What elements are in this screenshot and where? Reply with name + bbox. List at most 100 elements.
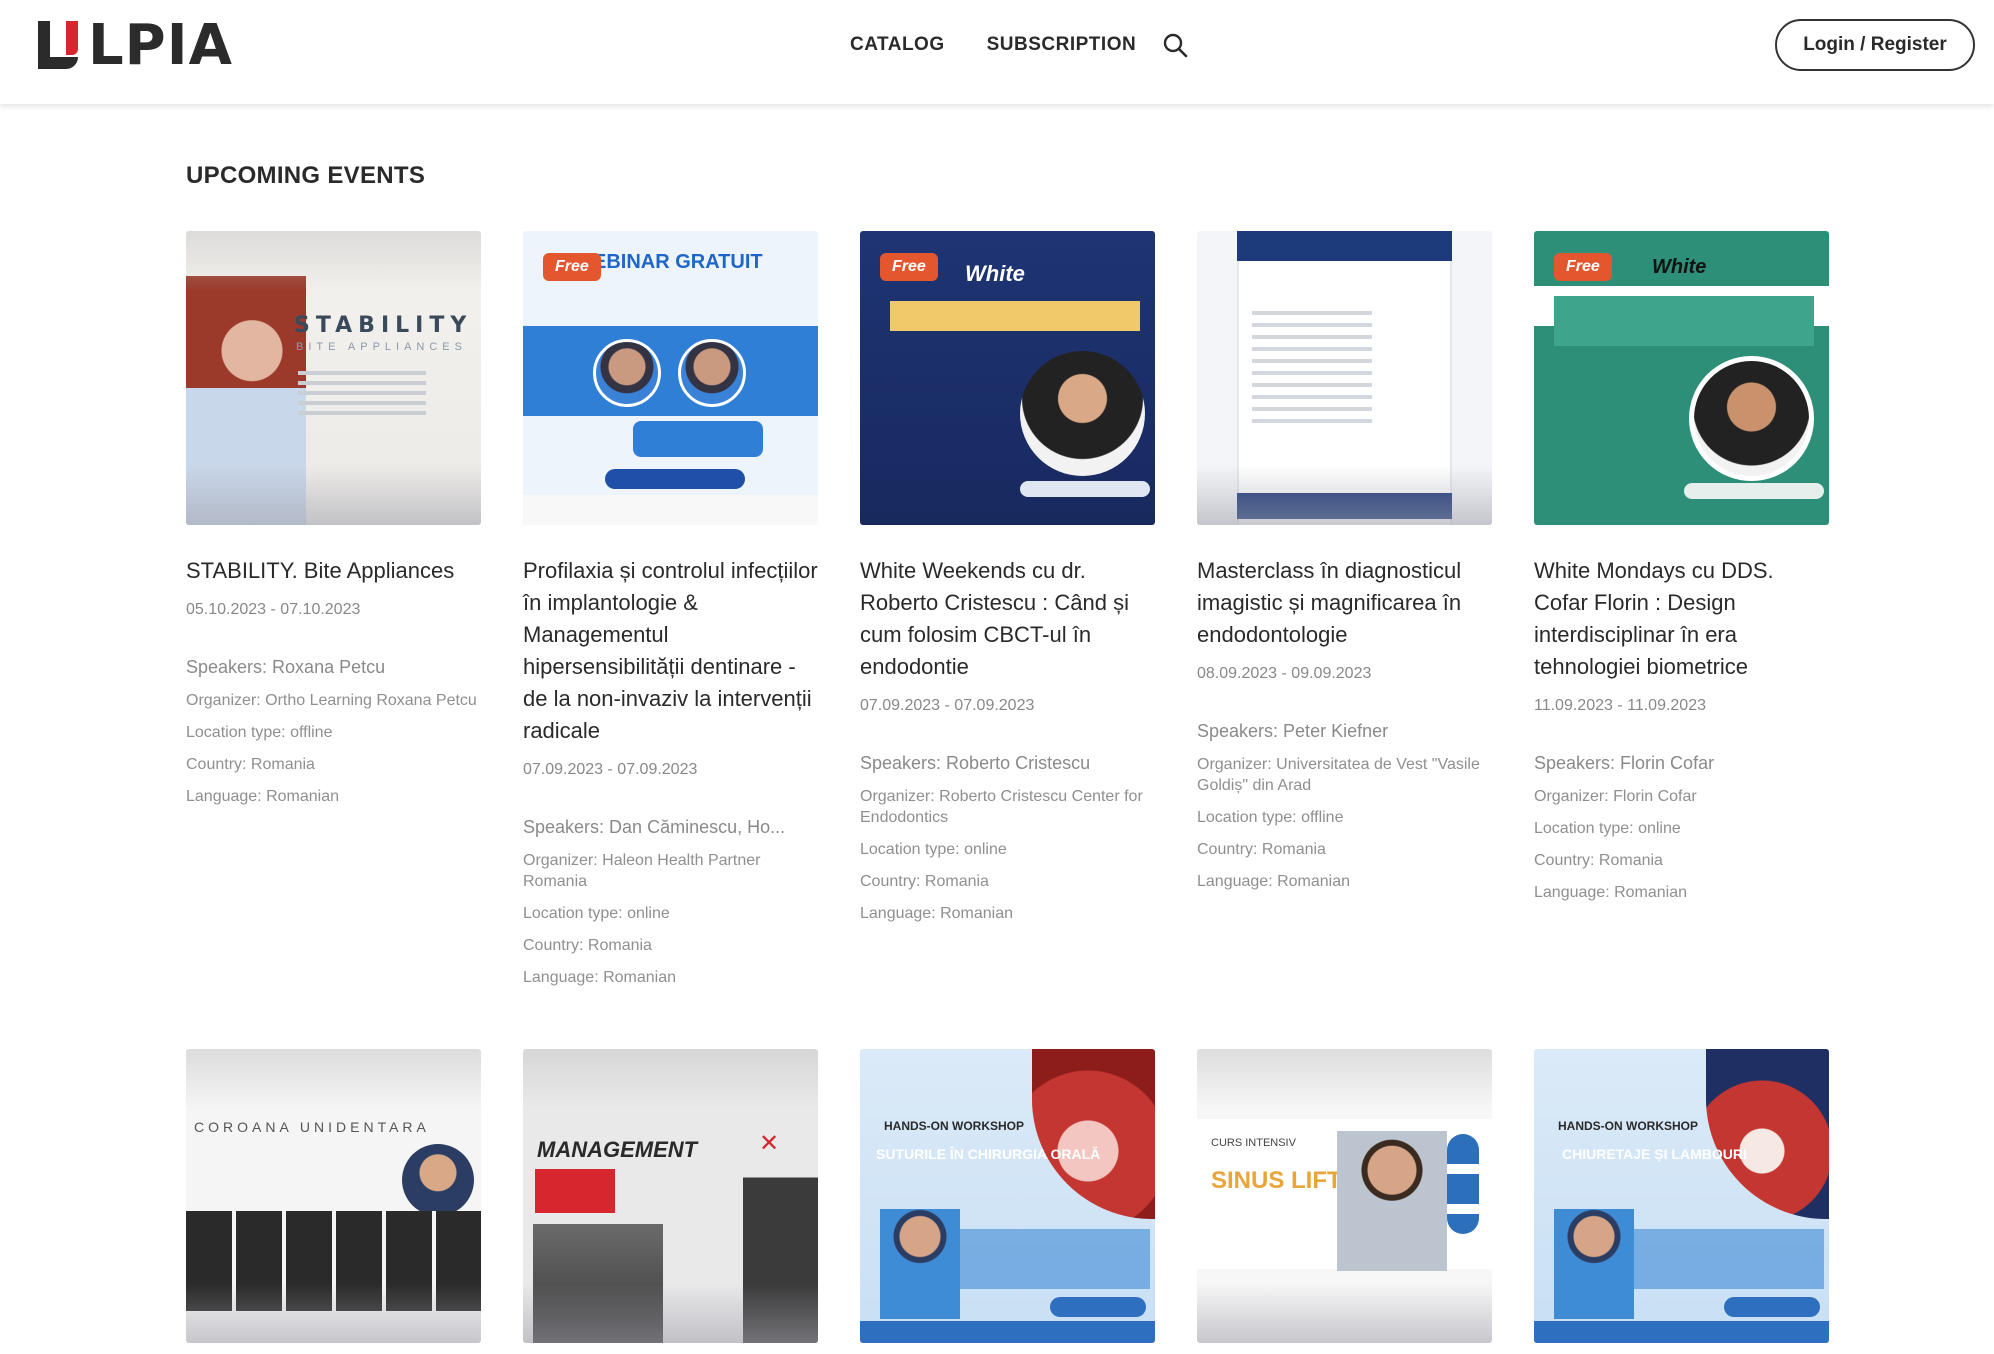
thumb-title: SINUS LIFT (1211, 1167, 1342, 1194)
thumb-title: STABILITY (294, 313, 473, 338)
event-dates: 11.09.2023 - 11.09.2023 (1534, 697, 1706, 714)
event-country: Country: Romania (186, 756, 315, 773)
speaker-photo (1020, 351, 1145, 476)
free-badge: Free (880, 253, 938, 281)
speaker-photo (1337, 1131, 1447, 1271)
brand-x-icon: ✕ (759, 1130, 780, 1157)
event-location-type: Location type: offline (186, 724, 333, 741)
event-card[interactable]: Masterclass în diagnosticul imagistic și… (1197, 231, 1492, 892)
speaker-photo (1689, 356, 1814, 481)
event-thumbnail[interactable]: COROANA UNIDENTARA (186, 1049, 481, 1343)
event-organizer: Organizer: Roberto Cristescu Center for … (860, 788, 1143, 826)
thumb-subtitle: CHIURETAJE ȘI LAMBOURI (1562, 1146, 1747, 1162)
thumb-title: White (1652, 256, 1707, 278)
event-title[interactable]: White Weekends cu dr. Roberto Cristescu … (860, 555, 1155, 683)
event-card[interactable]: COROANA UNIDENTARA (186, 1049, 481, 1343)
main-nav: CATALOG SUBSCRIPTION (850, 32, 1188, 58)
thumb-cta (1724, 1297, 1820, 1317)
event-thumbnail[interactable]: STABILITY BITE APPLIANCES (186, 231, 481, 525)
event-location-type: Location type: offline (1197, 809, 1344, 826)
thumb-title: COROANA UNIDENTARA (194, 1119, 430, 1135)
event-dates: 05.10.2023 - 07.10.2023 (186, 601, 361, 618)
date-pill (633, 421, 763, 457)
free-badge: Free (543, 253, 601, 281)
logo[interactable]: LPIA (38, 13, 233, 78)
thumb-banner (890, 301, 1140, 331)
event-organizer: Organizer: Florin Cofar (1534, 788, 1697, 805)
event-organizer: Organizer: Universitatea de Vest "Vasile… (1197, 756, 1480, 794)
event-card[interactable]: White Free White Weekends cu dr. Roberto… (860, 231, 1155, 924)
event-thumbnail[interactable]: EBINAR GRATUIT Free (523, 231, 818, 525)
event-thumbnail[interactable]: White Free (1534, 231, 1829, 525)
event-title[interactable]: White Mondays cu DDS. Cofar Florin : Des… (1534, 555, 1829, 683)
event-title[interactable]: Profilaxia și controlul infecțiilor în i… (523, 555, 818, 747)
event-country: Country: Romania (523, 937, 652, 954)
event-title[interactable]: STABILITY. Bite Appliances (186, 555, 481, 587)
event-dates: 07.09.2023 - 07.09.2023 (860, 697, 1035, 714)
speaker-photo (1554, 1209, 1634, 1319)
event-card[interactable]: White Free White Mondays cu DDS. Cofar F… (1534, 231, 1829, 903)
partner-logos (1447, 1134, 1479, 1234)
event-thumbnail[interactable]: MANAGEMENT ✕ (523, 1049, 818, 1343)
event-thumbnail[interactable]: HANDS-ON WORKSHOP SUTURILE ÎN CHIRURGIA … (860, 1049, 1155, 1343)
speaker-photo (880, 1209, 960, 1319)
speaker-photo (678, 339, 746, 407)
event-speakers: Speakers: Dan Căminescu, Ho... (523, 817, 786, 837)
event-card[interactable]: CURS INTENSIV SINUS LIFT (1197, 1049, 1492, 1343)
nav-subscription[interactable]: SUBSCRIPTION (987, 34, 1137, 56)
event-speakers: Speakers: Roxana Petcu (186, 657, 386, 677)
logo-text: LPIA (88, 12, 233, 78)
event-language: Language: Romanian (1197, 873, 1351, 890)
event-organizer: Organizer: Ortho Learning Roxana Petcu (186, 692, 477, 709)
event-card[interactable]: STABILITY BITE APPLIANCES STABILITY. Bit… (186, 231, 481, 807)
event-location-type: Location type: online (860, 841, 1007, 858)
thumb-subtitle: CURS INTENSIV (1211, 1137, 1296, 1149)
event-thumbnail[interactable]: CURS INTENSIV SINUS LIFT (1197, 1049, 1492, 1343)
login-register-button[interactable]: Login / Register (1775, 19, 1975, 71)
event-card[interactable]: MANAGEMENT ✕ (523, 1049, 818, 1343)
event-speakers: Speakers: Florin Cofar (1534, 753, 1715, 773)
thumb-title: EBINAR GRATUIT (593, 251, 763, 273)
thumb-title: White (965, 261, 1025, 286)
event-card[interactable]: HANDS-ON WORKSHOP SUTURILE ÎN CHIRURGIA … (860, 1049, 1155, 1343)
event-speakers: Speakers: Peter Kiefner (1197, 721, 1389, 741)
thumb-image (1032, 1049, 1155, 1219)
thumb-subtitle: SUTURILE ÎN CHIRURGIA ORALĂ (876, 1146, 1101, 1162)
event-speakers: Speakers: Roberto Cristescu (860, 753, 1091, 773)
event-country: Country: Romania (860, 873, 989, 890)
thumb-title: MANAGEMENT (537, 1137, 698, 1162)
event-dates: 07.09.2023 - 07.09.2023 (523, 761, 698, 778)
event-country: Country: Romania (1534, 852, 1663, 869)
event-thumbnail[interactable]: HANDS-ON WORKSHOP CHIURETAJE ȘI LAMBOURI (1534, 1049, 1829, 1343)
event-thumbnail[interactable]: White Free (860, 231, 1155, 525)
section-title: UPCOMING EVENTS (186, 162, 426, 189)
event-language: Language: Romanian (860, 905, 1014, 922)
speaker-tag (1684, 483, 1824, 499)
event-organizer: Organizer: Haleon Health Partner Romania (523, 852, 761, 890)
site-header: LPIA CATALOG SUBSCRIPTION Login / Regist… (0, 0, 1994, 104)
event-language: Language: Romanian (523, 969, 677, 986)
speaker-photo (593, 339, 661, 407)
event-language: Language: Romanian (1534, 884, 1688, 901)
event-card[interactable]: HANDS-ON WORKSHOP CHIURETAJE ȘI LAMBOURI (1534, 1049, 1829, 1343)
event-language: Language: Romanian (186, 788, 340, 805)
logo-mark (38, 21, 82, 69)
thumb-title: HANDS-ON WORKSHOP (1558, 1119, 1698, 1133)
event-title[interactable]: Masterclass în diagnosticul imagistic și… (1197, 555, 1492, 651)
event-location-type: Location type: online (1534, 820, 1681, 837)
event-card[interactable]: EBINAR GRATUIT Free Profilaxia și contro… (523, 231, 818, 988)
free-badge: Free (1554, 253, 1612, 281)
event-location-type: Location type: online (523, 905, 670, 922)
speaker-photo (402, 1144, 474, 1216)
thumb-image (1706, 1049, 1829, 1219)
thumb-lines (1252, 311, 1372, 431)
event-country: Country: Romania (1197, 841, 1326, 858)
thumb-banner (1554, 296, 1814, 346)
event-thumbnail[interactable] (1197, 231, 1492, 525)
thumb-lines (298, 371, 458, 421)
thumb-cta (605, 469, 745, 489)
nav-catalog[interactable]: CATALOG (850, 34, 945, 56)
thumb-subtitle: BITE APPLIANCES (296, 341, 467, 353)
search-icon[interactable] (1162, 32, 1188, 58)
thumb-banner (535, 1169, 615, 1213)
